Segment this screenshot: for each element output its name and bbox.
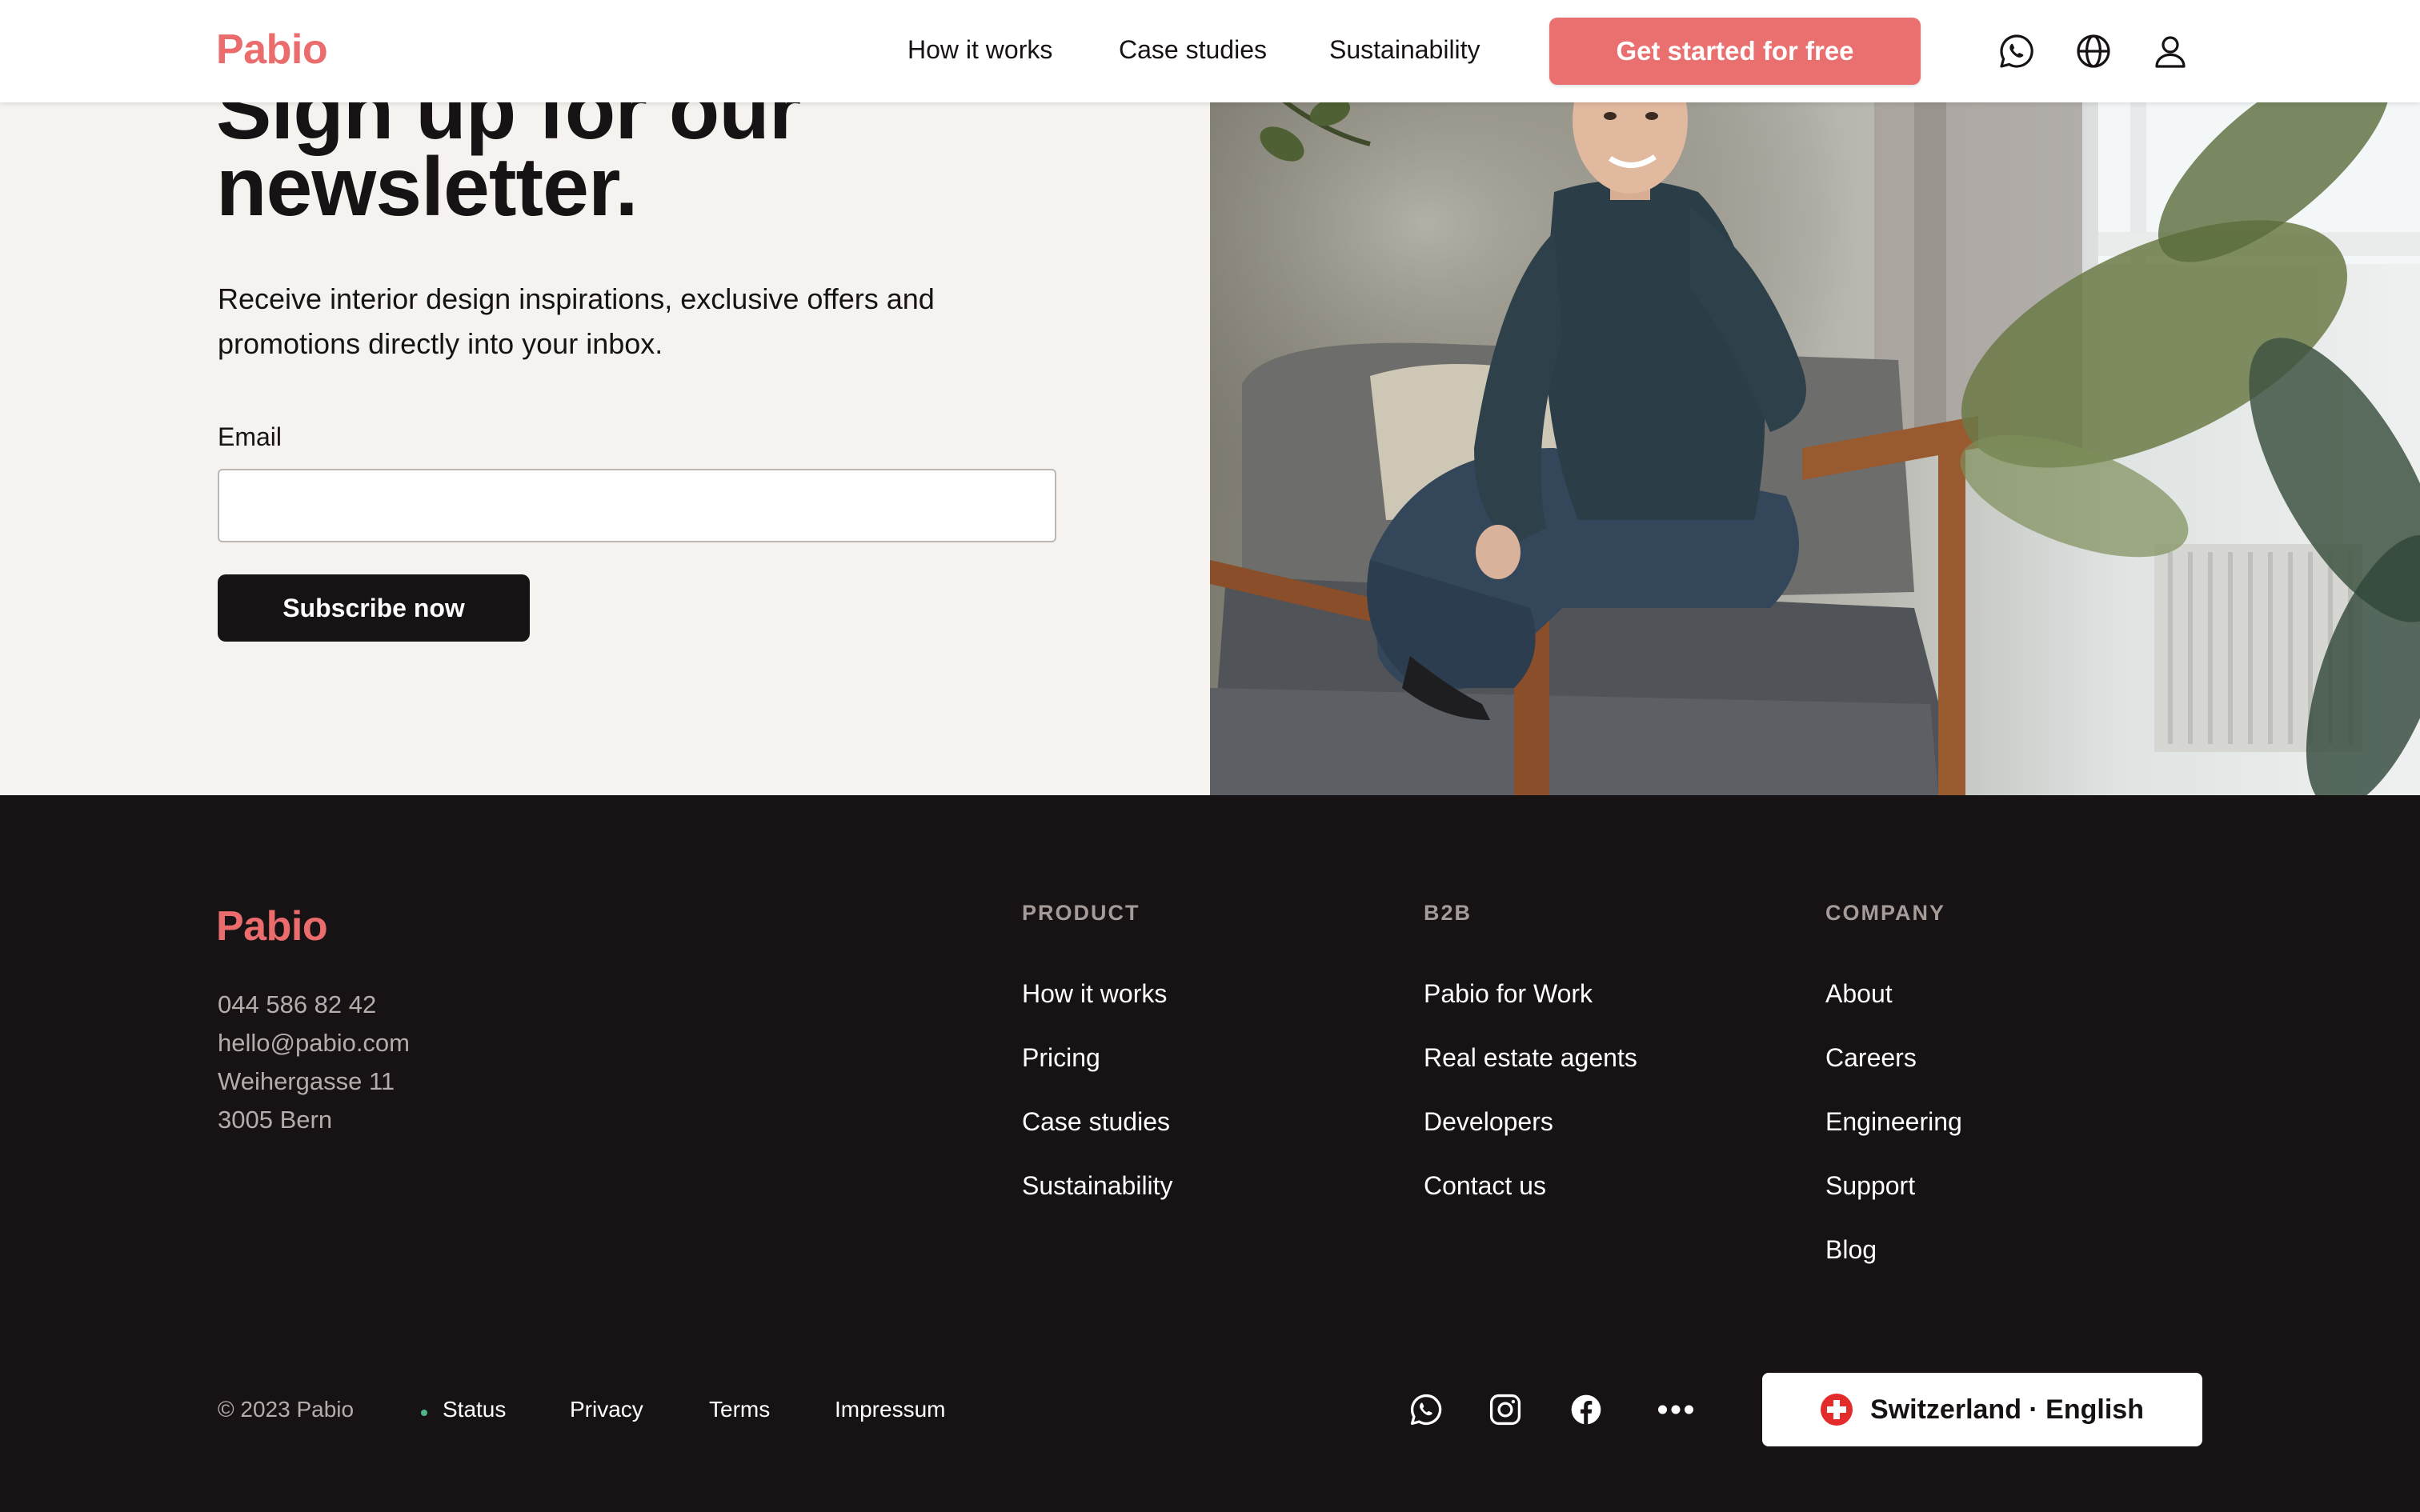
footer-link-contact-us[interactable]: Contact us — [1424, 1171, 1546, 1201]
status-indicator-dot — [421, 1410, 427, 1416]
footer-link-blog[interactable]: Blog — [1825, 1235, 1877, 1265]
pabio-logo[interactable]: Pabio — [216, 26, 328, 74]
footer-link-developers[interactable]: Developers — [1424, 1107, 1553, 1137]
footer-heading-product: PRODUCT — [1022, 901, 1140, 925]
woman-in-armchair-image — [1210, 0, 2420, 795]
footer-link-careers[interactable]: Careers — [1825, 1043, 1917, 1073]
footer-link-privacy[interactable]: Privacy — [570, 1397, 643, 1422]
hero-photo — [1210, 0, 2420, 795]
footer-heading-company: COMPANY — [1825, 901, 1946, 925]
footer-link-engineering[interactable]: Engineering — [1825, 1107, 1962, 1137]
nav-sustainability[interactable]: Sustainability — [1329, 35, 1480, 65]
site-header: Pabio How it works Case studies Sustaina… — [0, 0, 2420, 102]
email-label: Email — [218, 422, 282, 451]
locale-selector[interactable]: Switzerland · English — [1762, 1373, 2202, 1446]
footer-link-real-estate-agents[interactable]: Real estate agents — [1424, 1043, 1637, 1073]
whatsapp-icon[interactable] — [1408, 1392, 1444, 1427]
footer-link-terms[interactable]: Terms — [709, 1397, 770, 1422]
email-field[interactable] — [218, 469, 1056, 542]
contact-city: 3005 Bern — [218, 1106, 333, 1134]
newsletter-section: Sign up for our newsletter. Receive inte… — [0, 0, 1210, 795]
user-icon[interactable] — [2151, 32, 2190, 70]
instagram-icon[interactable] — [1488, 1392, 1523, 1427]
globe-icon[interactable] — [2074, 32, 2113, 70]
contact-email[interactable]: hello@pabio.com — [218, 1029, 410, 1058]
footer-link-how-it-works[interactable]: How it works — [1022, 979, 1167, 1009]
more-icon[interactable] — [1655, 1392, 1697, 1427]
footer-link-pabio-for-work[interactable]: Pabio for Work — [1424, 979, 1593, 1009]
nav-how-it-works[interactable]: How it works — [908, 35, 1052, 65]
subscribe-button[interactable]: Subscribe now — [218, 574, 530, 642]
nav-case-studies[interactable]: Case studies — [1119, 35, 1267, 65]
footer-link-status[interactable]: Status — [443, 1397, 506, 1422]
footer-link-about[interactable]: About — [1825, 979, 1893, 1009]
contact-street: Weihergasse 11 — [218, 1067, 395, 1095]
whatsapp-icon[interactable] — [1997, 32, 2036, 70]
footer-logo[interactable]: Pabio — [216, 902, 328, 950]
newsletter-description: Receive interior design inspirations, ex… — [218, 282, 935, 360]
contact-phone[interactable]: 044 586 82 42 — [218, 990, 376, 1019]
footer-heading-b2b: B2B — [1424, 901, 1472, 925]
locale-label: Switzerland · English — [1870, 1394, 2144, 1425]
footer-link-pricing[interactable]: Pricing — [1022, 1043, 1100, 1073]
get-started-button[interactable]: Get started for free — [1549, 18, 1921, 85]
copyright: © 2023 Pabio — [218, 1397, 355, 1422]
swiss-flag-icon — [1821, 1394, 1853, 1426]
footer-link-case-studies[interactable]: Case studies — [1022, 1107, 1170, 1137]
site-footer: Pabio 044 586 82 42 hello@pabio.com Weih… — [0, 795, 2420, 1512]
footer-link-impressum[interactable]: Impressum — [835, 1397, 945, 1422]
facebook-icon[interactable] — [1569, 1392, 1604, 1427]
footer-link-sustainability[interactable]: Sustainability — [1022, 1171, 1173, 1201]
footer-link-support[interactable]: Support — [1825, 1171, 1915, 1201]
